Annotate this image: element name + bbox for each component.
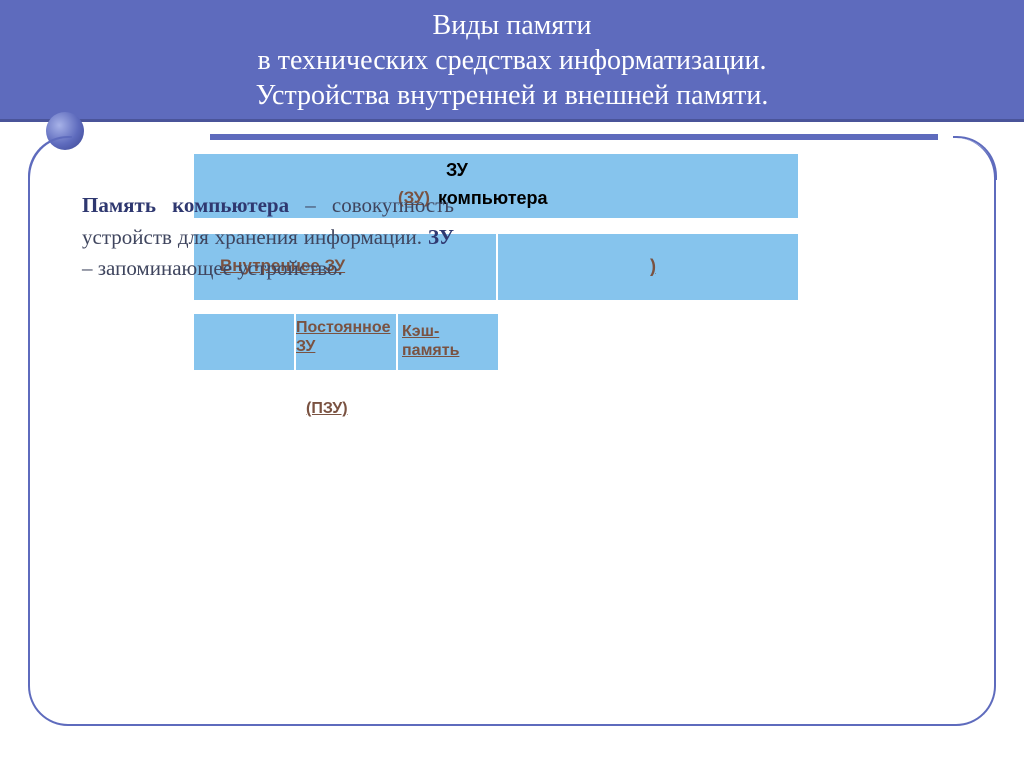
diagram-ram-box (194, 314, 294, 370)
term-zu: ЗУ (428, 225, 454, 249)
title-line1: Виды памяти (433, 10, 592, 41)
external-paren: ) (650, 256, 656, 277)
rom-link[interactable]: Постоянное ЗУ (296, 318, 378, 356)
slide-title: Виды памяти в технических средствах инфо… (0, 0, 1024, 122)
title-line2: в технических средствах информатизации. (258, 45, 767, 76)
root-label-line1: ЗУ (446, 160, 468, 181)
diagram-external-box (498, 234, 798, 300)
body-paragraph: Память компьютера – совокупность устройс… (82, 190, 454, 285)
pzu-link[interactable]: (ПЗУ) (306, 400, 348, 418)
cache-link[interactable]: Кэш-память (402, 322, 494, 360)
root-label-line2: компьютера (438, 188, 548, 209)
term-memory: Память компьютера (82, 193, 289, 217)
title-line3: Устройства внутренней и внешней памяти. (256, 80, 769, 111)
